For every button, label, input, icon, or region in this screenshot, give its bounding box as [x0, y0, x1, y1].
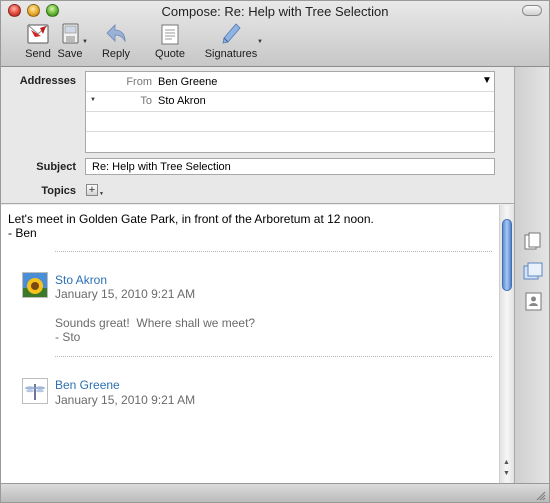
addresses-label: Addresses: [19, 75, 76, 87]
contacts-icon[interactable]: [522, 290, 544, 312]
message-text[interactable]: Let's meet in Golden Gate Park, in front…: [8, 212, 374, 240]
separator: [55, 356, 492, 357]
avatar: [22, 378, 48, 404]
sent-date: January 15, 2010 9:21 AM: [55, 287, 196, 301]
save-menu-arrow-icon[interactable]: ▼: [82, 39, 88, 45]
send-button[interactable]: Send: [25, 22, 51, 64]
message-line-2: - Ben: [8, 226, 37, 240]
message-body[interactable]: Let's meet in Golden Gate Park, in front…: [1, 205, 499, 483]
window-title: Compose: Re: Help with Tree Selection: [161, 4, 389, 19]
signature-pen-icon: [222, 23, 241, 44]
quoted-text: Sounds great! Where shall we meet? - Sto: [55, 316, 255, 344]
topics-menu-arrow-icon[interactable]: ▼: [99, 191, 104, 197]
attachments-icon[interactable]: [522, 231, 544, 253]
address-divider: [86, 131, 494, 132]
from-label: From: [126, 76, 152, 88]
reply-button[interactable]: Reply: [101, 22, 131, 64]
sender-name[interactable]: Sto Akron: [55, 273, 107, 287]
signatures-button[interactable]: Signatures: [204, 22, 258, 64]
send-icon: [27, 24, 49, 44]
side-panel: [514, 67, 549, 483]
quoted-line-2: - Sto: [55, 330, 81, 344]
photo-browser-icon[interactable]: [522, 261, 544, 283]
sunflower-avatar-icon: [23, 273, 47, 297]
topics-label: Topics: [41, 185, 76, 197]
scroll-up-arrow-icon[interactable]: ▲: [503, 459, 510, 466]
compose-window: Compose: Re: Help with Tree Selection Se…: [0, 0, 550, 503]
from-value[interactable]: Ben Greene: [158, 76, 217, 88]
address-divider: [86, 91, 494, 92]
title-toolbar: Compose: Re: Help with Tree Selection Se…: [1, 1, 549, 67]
save-label: Save: [57, 48, 83, 60]
message-header: Addresses From Ben Greene ▼ ▼ To Sto Akr…: [1, 67, 514, 204]
address-divider: [86, 111, 494, 112]
to-value[interactable]: Sto Akron: [158, 95, 206, 107]
sender-name[interactable]: Ben Greene: [55, 378, 120, 392]
status-bar: [1, 483, 549, 502]
resize-grip-icon[interactable]: [536, 491, 546, 501]
quote-label: Quote: [155, 48, 185, 60]
sent-date: January 15, 2010 9:21 AM: [55, 393, 196, 407]
quote-button[interactable]: Quote: [154, 22, 186, 64]
scroll-thumb[interactable]: [502, 219, 512, 291]
signatures-label: Signatures: [204, 48, 258, 60]
avatar: [22, 272, 48, 298]
add-topic-button[interactable]: +: [86, 184, 98, 196]
quoted-line-1: Sounds great! Where shall we meet?: [55, 316, 256, 330]
quote-icon: [161, 24, 179, 45]
vertical-scrollbar[interactable]: ▲ ▼: [499, 205, 514, 483]
toolbar-toggle-button[interactable]: [522, 5, 542, 16]
separator: [55, 251, 492, 252]
subject-field[interactable]: Re: Help with Tree Selection: [85, 158, 495, 175]
save-button[interactable]: Save: [57, 22, 83, 64]
address-list[interactable]: From Ben Greene ▼ ▼ To Sto Akron: [85, 71, 495, 153]
reply-label: Reply: [101, 48, 131, 60]
to-label: To: [140, 95, 152, 107]
save-icon: [62, 23, 79, 44]
subject-label: Subject: [36, 161, 76, 173]
message-line-1: Let's meet in Golden Gate Park, in front…: [8, 212, 374, 226]
from-dropdown-arrow-icon[interactable]: ▼: [482, 75, 492, 86]
signatures-menu-arrow-icon[interactable]: ▼: [257, 39, 263, 45]
dragonfly-avatar-icon: [23, 379, 47, 403]
send-label: Send: [25, 48, 51, 60]
reply-arrow-icon: [106, 24, 126, 43]
scroll-down-arrow-icon[interactable]: ▼: [503, 470, 510, 477]
